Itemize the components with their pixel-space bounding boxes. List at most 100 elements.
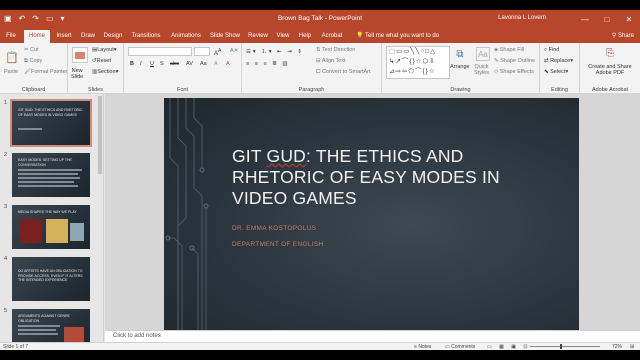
slide-thumbnail[interactable]: Media Shapes the Way we Play [12,205,90,249]
slide-canvas[interactable]: GIT GUD: THE ETHICS AND RHETORIC OF EASY… [164,98,579,331]
chevron-down-icon: ▾ [570,58,574,64]
section-button[interactable]: ▥Section▾ [92,69,118,75]
thumbnail-text-line [18,177,80,179]
font-label: Font [176,87,188,93]
slide-thumbnail[interactable]: Do artists have an obligation to provide… [12,257,90,301]
highlight-button[interactable]: A [214,61,218,67]
format-painter-button[interactable]: 🖌Format Painter [24,69,67,75]
reset-button[interactable]: ↺Reset [92,58,111,64]
bold-button[interactable]: B [130,61,134,67]
tab-transitions[interactable]: Transitions [128,30,164,43]
copy-button[interactable]: ⧉ Copy [24,58,42,65]
zoom-slider[interactable] [530,346,600,347]
slide-department[interactable]: DEPARTMENT OF ENGLISH [232,241,324,248]
thumbnail-number: 2 [4,152,8,158]
new-slide-button[interactable]: New Slide [71,68,83,80]
text-direction-button[interactable]: ⇅ Text Direction [316,47,355,53]
pdf-icon[interactable]: ⎘ [602,46,618,60]
create-pdf-button[interactable]: Create and Share Adobe PDF [582,64,638,76]
paste-icon[interactable]: 📋 [3,49,21,65]
italic-button[interactable]: I [140,61,142,67]
chevron-down-icon: ▾ [113,47,117,53]
shapes-row-1: ⬚▭▭╲╲○□△ [389,48,437,55]
cut-button[interactable]: ✂ Cut [24,47,39,53]
notes-button[interactable]: ≡ Notes [414,344,431,350]
alignment-buttons[interactable]: ≡ ≡ ≡ ≣ ▥ [246,61,290,67]
slide-author[interactable]: DR. EMMA KOSTOPOLUS [232,225,316,232]
shape-effects-button[interactable]: ◇ Shape Effects [494,69,534,75]
share-button[interactable]: ⚲ Share [612,30,634,43]
minimize-button[interactable]: — [574,10,596,29]
tab-file[interactable]: File [2,30,20,43]
quick-styles-button[interactable]: Quick Styles [474,64,489,76]
slide-editor: GIT GUD: THE ETHICS AND RHETORIC OF EASY… [105,94,640,342]
tab-help[interactable]: Help [296,30,314,43]
ribbon-tabs: File Home Insert Draw Design Transitions… [0,29,640,43]
layout-button[interactable]: ▤Layout▾ [92,47,116,53]
slide-title[interactable]: GIT GUD: THE ETHICS AND RHETORIC OF EASY… [232,146,552,209]
replace-button[interactable]: ⇄ Replace▾ [544,58,573,64]
text-direction-label: Text Direction [322,47,356,53]
underline-button[interactable]: U [150,61,154,67]
thumbnail-scrollbar[interactable] [97,94,103,342]
thumbnail-title: Do artists have an obligation to provide… [18,269,83,282]
align-text-button[interactable]: ⊟ Align Text [316,58,346,64]
new-slide-icon[interactable] [72,47,88,63]
shapes-row-2: ↳↗⌒{}☆⬡⇩ [389,58,436,65]
font-size-combo[interactable] [194,47,210,56]
tab-design[interactable]: Design [101,30,125,43]
zoom-level[interactable]: 72% [612,344,622,350]
arrange-icon[interactable]: ⧉ [452,47,468,61]
brush-icon: 🖌 [24,69,31,75]
shape-outline-label: Shape Outline [500,58,535,64]
view-buttons[interactable]: ▭ ▦ ▣ ⊡ [487,344,531,350]
thumbnail-text-line [18,333,58,335]
clipboard-group: 📋 Paste ✂ Cut ⧉ Copy 🖌Format Painter Cli… [0,43,68,94]
shadow-button[interactable]: S [160,61,164,67]
char-spacing-button[interactable]: AV [186,61,193,67]
tab-draw[interactable]: Draw [78,30,98,43]
select-button[interactable]: ⬉ Select▾ [544,69,568,75]
strikethrough-button[interactable]: abc [170,61,179,67]
smartart-button[interactable]: ⧠ Convert to SmartArt [316,69,371,76]
shapes-gallery[interactable]: ⬚▭▭╲╲○□△ ↳↗⌒{}☆⬡⇩ ⊿⇨⇦⬠⌒{}☆ [386,46,450,79]
thumbnail-number: 4 [4,256,8,262]
slide-thumbnail[interactable]: Git Gud: The Ethics and Rhetoric of Easy… [10,99,92,147]
tell-me-box[interactable]: 💡 Tell me what you want to do [356,30,439,43]
tab-animations[interactable]: Animations [168,30,204,43]
tab-acrobat[interactable]: Acrobat [318,30,346,43]
scrollbar-thumb[interactable] [98,96,102,174]
thumbnail-title: Media Shapes the Way we Play [18,210,77,214]
new-slide-label-2: Slide [71,74,84,80]
maximize-button[interactable]: □ [596,10,618,29]
arrange-button[interactable]: Arrange [450,64,470,70]
tab-home[interactable]: Home [24,30,50,43]
user-name[interactable]: Lavonna L Lovern [498,15,546,21]
zoom-slider-handle[interactable] [560,344,562,349]
tab-slide-show[interactable]: Slide Show [208,30,242,43]
slide-thumbnail[interactable]: Easy Modes: Setting up the conversation [12,153,90,197]
thumbnail-number: 1 [4,100,8,106]
clear-format-icon[interactable]: A✕ [230,48,238,54]
thumbnail-text-line [18,329,56,331]
thumbnail-image [20,219,42,243]
tab-view[interactable]: View [274,30,292,43]
grow-font-icon[interactable]: AA [214,48,221,57]
fit-slide-icon[interactable]: ⊞ [630,344,634,350]
font-name-combo[interactable] [128,47,192,56]
slide-thumbnail[interactable]: Arguments against Genre Obligation [12,309,90,342]
change-case-button[interactable]: Aa [200,61,207,67]
tab-review[interactable]: Review [246,30,270,43]
shape-fill-button[interactable]: ◈ Shape Fill [494,47,524,53]
notes-pane[interactable]: Click to add notes [105,330,640,342]
comments-button[interactable]: ▭ Comments [445,344,475,350]
quick-styles-icon[interactable]: Aa [476,47,490,61]
find-button[interactable]: ⌕ Find [544,47,559,54]
tab-insert[interactable]: Insert [53,30,75,43]
person-icon: ⚲ [611,33,617,39]
list-buttons[interactable]: ☰▾ ⒈▾ ⇤ ⇥ ⇕ [246,47,304,55]
paste-button[interactable]: Paste [4,69,18,75]
font-color-button[interactable]: A [226,61,230,67]
close-button[interactable]: ✕ [618,10,640,29]
shape-outline-button[interactable]: ✎ Shape Outline [494,58,535,64]
